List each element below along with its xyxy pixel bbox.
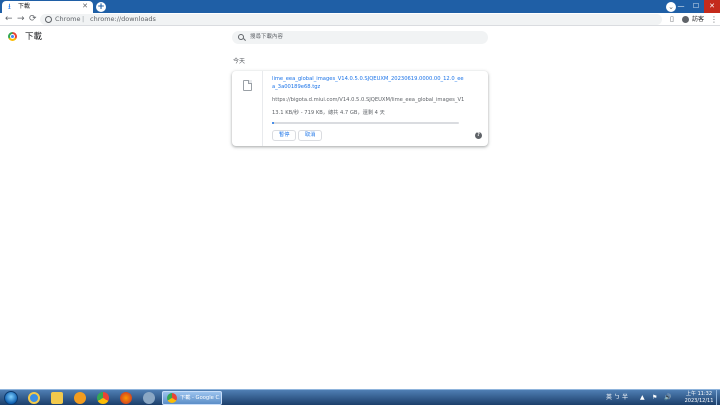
tray-ime-bopomofo[interactable]: ㄅ [614, 393, 620, 402]
tray-ime-halfwidth[interactable]: 半 [622, 393, 628, 402]
taskbar-explorer-button[interactable] [47, 391, 67, 405]
tray-volume-icon[interactable]: 🔊 [664, 393, 671, 402]
tab-close-icon[interactable]: ✕ [82, 2, 88, 11]
search-downloads-input[interactable]: 搜尋下載內容 [232, 31, 488, 44]
media-player-icon [74, 392, 86, 404]
taskbar-window-label: 下載 - Google C... [180, 395, 220, 401]
address-bar[interactable]: Chrome | chrome://downloads [40, 14, 662, 25]
side-panel-icon[interactable]: ▯ [670, 15, 674, 24]
internet-explorer-icon [28, 392, 40, 404]
forward-button[interactable]: → [17, 14, 25, 25]
reload-button[interactable]: ⟳ [29, 14, 37, 25]
taskbar-firefox-button[interactable] [116, 391, 136, 405]
menu-icon[interactable]: ⋮ [710, 14, 718, 25]
page-title: 下載 [25, 32, 43, 42]
url-scheme: Chrome [55, 15, 81, 23]
new-tab-button[interactable]: + [96, 2, 106, 12]
date-header: 今天 [233, 58, 246, 65]
minimize-button[interactable]: — [674, 0, 688, 13]
search-icon [238, 34, 244, 40]
folder-icon [51, 392, 63, 404]
window-close-button[interactable]: ✕ [704, 0, 720, 13]
tray-ime-english[interactable]: 英 [606, 393, 612, 402]
card-divider [262, 71, 263, 146]
taskbar-app-button[interactable] [139, 391, 159, 405]
taskbar-ie-button[interactable] [24, 391, 44, 405]
url-path: chrome://downloads [90, 15, 156, 23]
app-icon [143, 392, 155, 404]
chrome-icon [167, 393, 177, 403]
download-filename-link[interactable]: lime_eea_global_images_V14.0.5.0.SJQEUXM… [272, 75, 464, 91]
download-source-url[interactable]: https://bigota.d.miui.com/V14.0.5.0.SJQE… [272, 96, 464, 104]
tab-downloads[interactable]: ⭳ 下載 ✕ [2, 1, 93, 13]
url-separator: | [82, 15, 85, 23]
start-button[interactable] [4, 391, 18, 405]
profile-label[interactable]: 訪客 [692, 15, 704, 24]
pause-button[interactable]: 暫停 [272, 130, 297, 141]
download-status: 13.1 KB/秒 - 719 KB，總共 4.7 GB，還剩 4 天 [272, 110, 385, 116]
taskbar-media-player-button[interactable] [70, 391, 90, 405]
clock-date: 2023/12/11 [684, 398, 714, 404]
windows-taskbar: 下載 - Google C... 英 ㄅ 半 ▲ ⚑ 🔊 上午 11:32 20… [0, 389, 720, 405]
tray-expand-icon[interactable]: ▲ [640, 393, 645, 402]
tray-flag-icon[interactable]: ⚑ [652, 393, 657, 402]
taskbar-clock[interactable]: 上午 11:32 2023/12/11 [684, 391, 714, 405]
tab-title: 下載 [18, 3, 31, 10]
toolbar: ← → ⟳ Chrome | chrome://downloads ▯ 訪客 ⋮ [0, 13, 720, 26]
back-button[interactable]: ← [5, 14, 13, 25]
chrome-site-icon [45, 16, 52, 23]
maximize-button[interactable]: ☐ [689, 0, 703, 13]
taskbar-chrome-window-button[interactable]: 下載 - Google C... [162, 391, 222, 405]
cancel-button[interactable]: 取消 [298, 130, 323, 141]
tab-strip: ⭳ 下載 ✕ + ⌄ — ☐ ✕ [0, 0, 720, 13]
taskbar-chrome-pinned-button[interactable] [93, 391, 113, 405]
download-item-card: lime_eea_global_images_V14.0.5.0.SJQEUXM… [232, 71, 488, 146]
search-placeholder: 搜尋下載內容 [250, 34, 284, 40]
help-icon[interactable]: ? [475, 132, 482, 139]
download-progress-bar [272, 122, 459, 124]
download-icon: ⭳ [8, 2, 11, 11]
download-progress-fill [272, 122, 274, 124]
firefox-icon [120, 392, 132, 404]
chrome-logo-icon [8, 32, 17, 41]
profile-avatar-icon[interactable] [682, 16, 689, 23]
chrome-icon [97, 392, 109, 404]
clock-time: 上午 11:32 [686, 391, 712, 397]
file-icon [243, 80, 252, 91]
show-desktop-button[interactable] [716, 390, 720, 405]
